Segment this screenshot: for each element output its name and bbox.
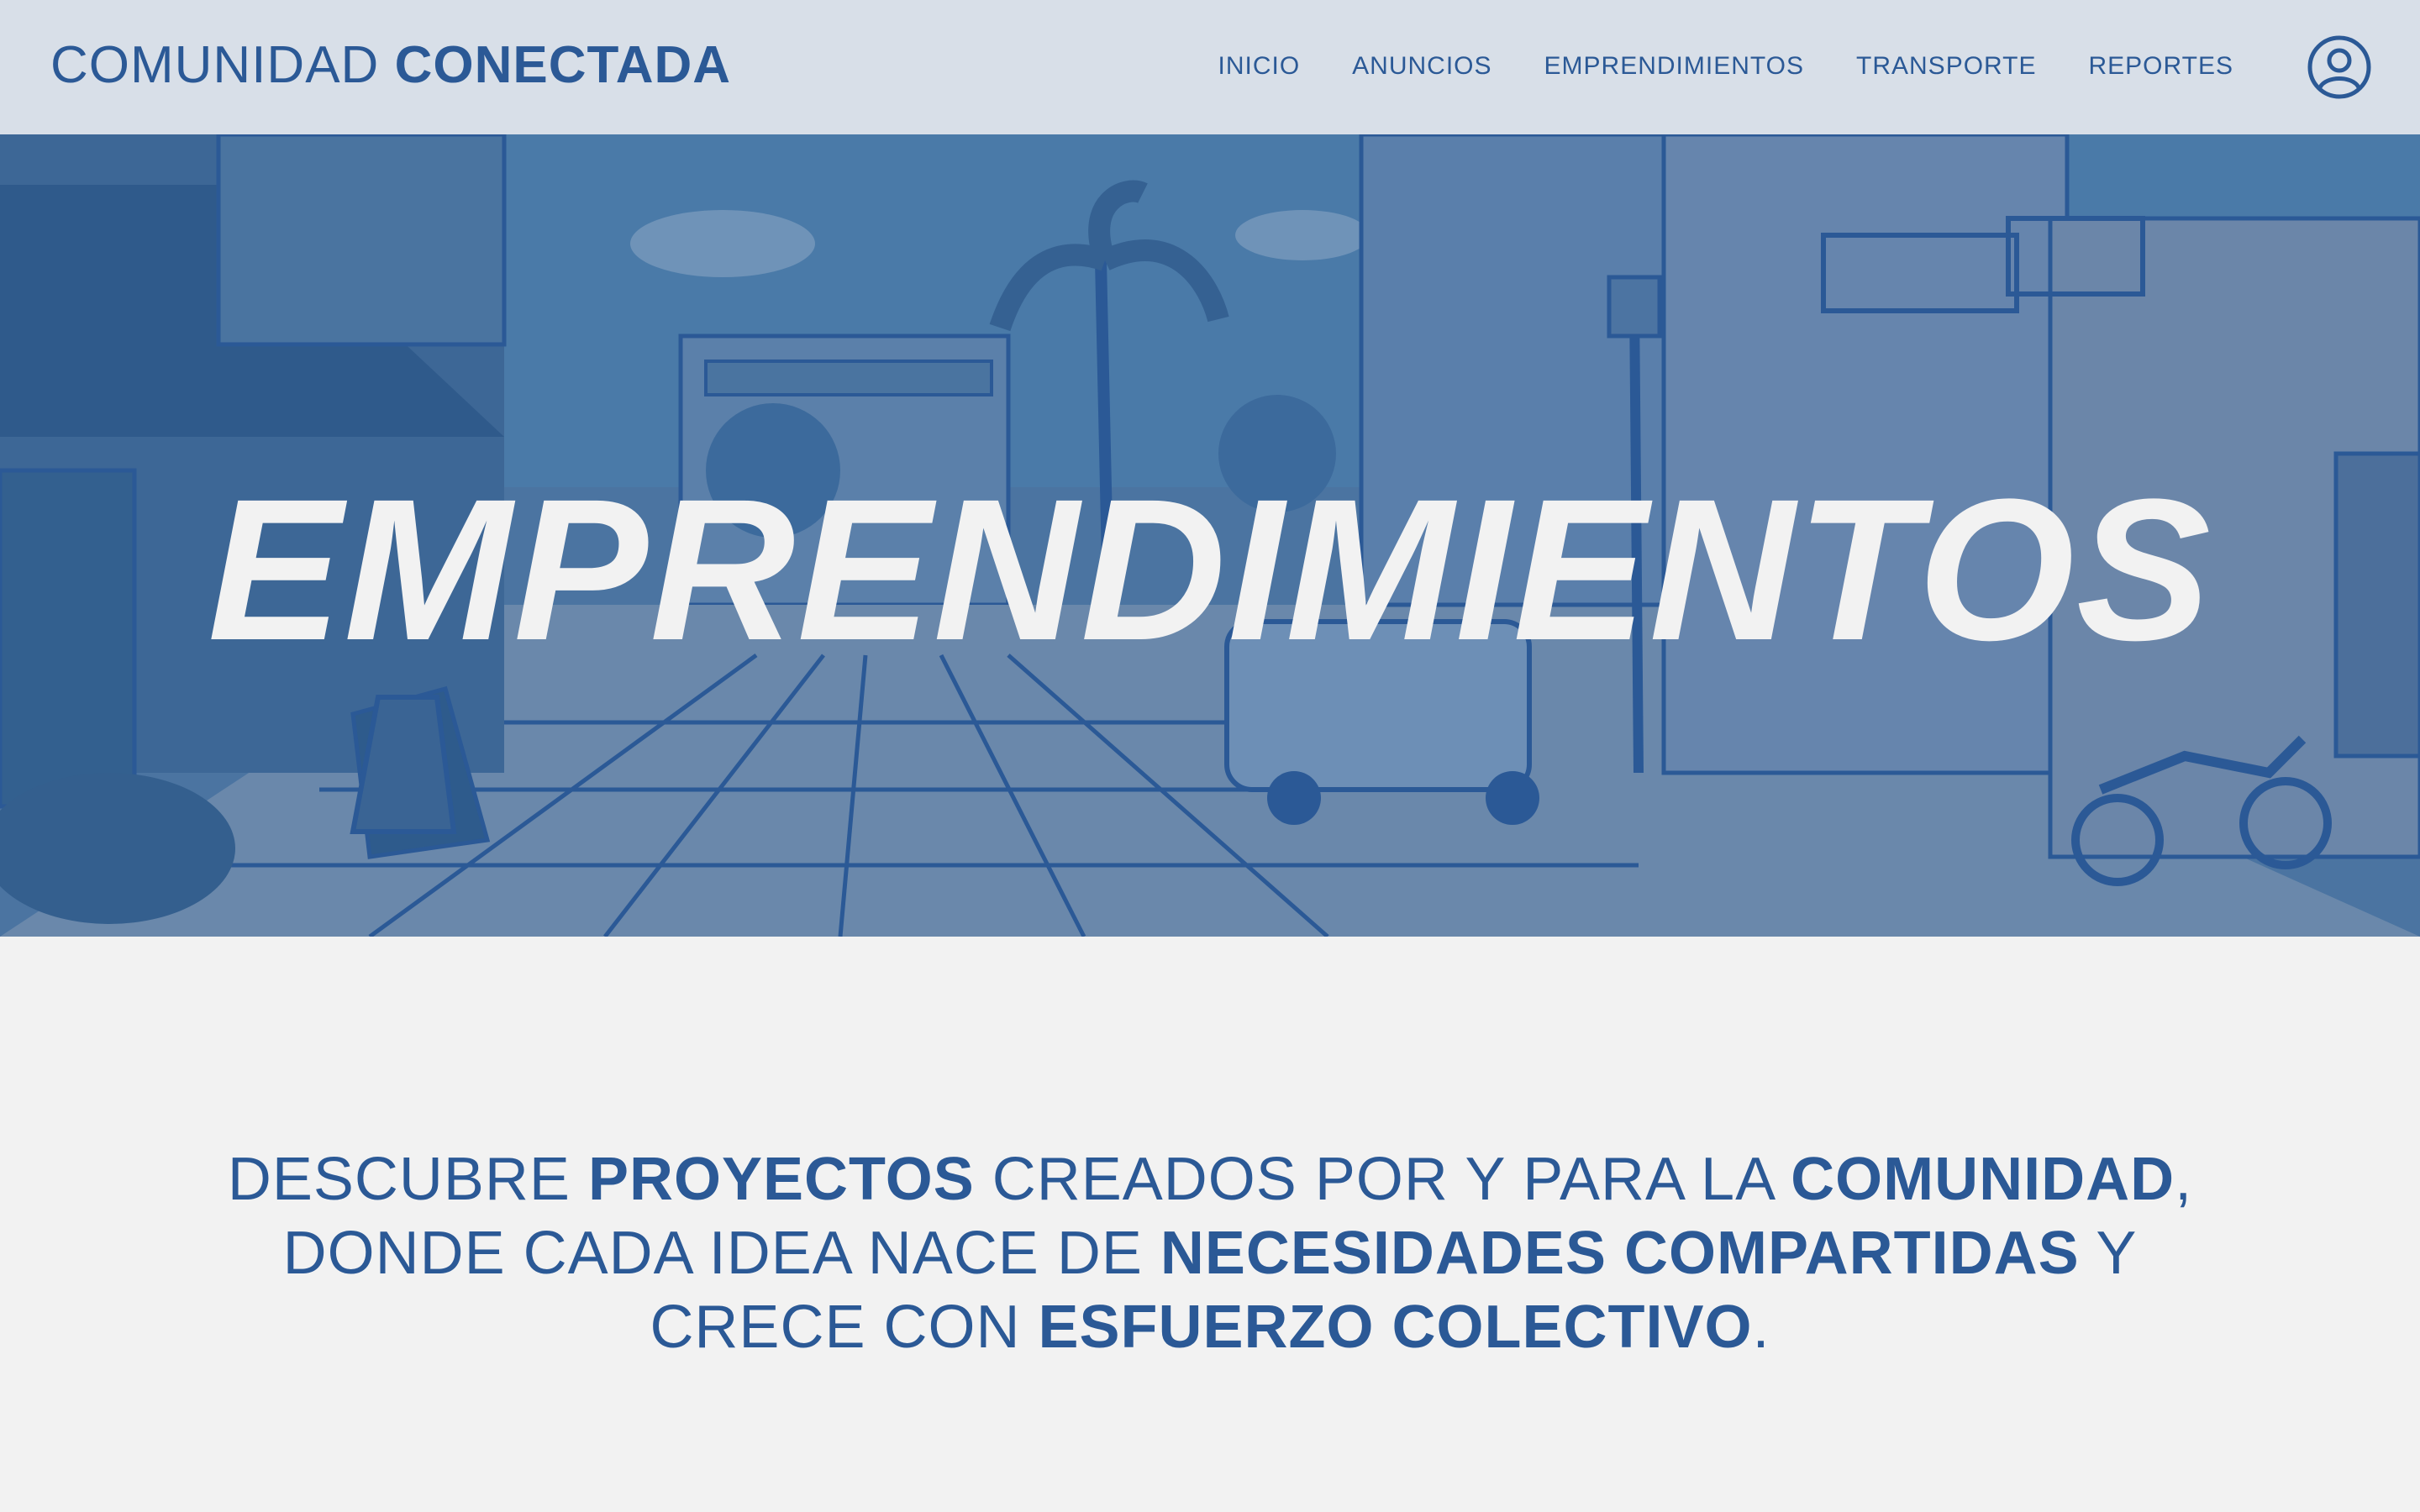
nav-reportes[interactable]: REPORTES bbox=[2089, 52, 2234, 81]
intro-bold-2: COMUNIDAD bbox=[1791, 1146, 2175, 1213]
site-logo[interactable]: COMUNIDAD CONECTADA bbox=[50, 35, 731, 95]
nav-inicio[interactable]: INICIO bbox=[1218, 52, 1301, 81]
intro-bold-1: PROYECTOS bbox=[587, 1146, 975, 1213]
hero-banner: EMPRENDIMIENTOS bbox=[0, 134, 2420, 937]
brand-light-text: COMUNIDAD bbox=[50, 36, 395, 94]
nav-emprendimientos[interactable]: EMPRENDIMIENTOS bbox=[1544, 52, 1804, 81]
top-navbar: COMUNIDAD CONECTADA INICIO ANUNCIOS EMPR… bbox=[0, 0, 2420, 134]
intro-bold-4: ESFUERZO COLECTIVO bbox=[1038, 1294, 1753, 1361]
main-nav: INICIO ANUNCIOS EMPRENDIMIENTOS TRANSPOR… bbox=[1166, 52, 2234, 81]
intro-text-5: . bbox=[1752, 1294, 1770, 1361]
intro-bold-3: NECESIDADES COMPARTIDAS bbox=[1160, 1220, 2080, 1287]
intro-text-1: DESCUBRE bbox=[227, 1146, 588, 1213]
nav-anuncios[interactable]: ANUNCIOS bbox=[1352, 52, 1491, 81]
intro-paragraph: DESCUBRE PROYECTOS CREADOS POR Y PARA LA… bbox=[168, 1142, 2252, 1364]
hero-title: EMPRENDIMIENTOS bbox=[208, 457, 2212, 682]
brand-bold-text: CONECTADA bbox=[394, 36, 732, 94]
nav-transporte[interactable]: TRANSPORTE bbox=[1856, 52, 2036, 81]
user-circle-icon[interactable] bbox=[2306, 34, 2373, 101]
intro-text-2: CREADOS POR Y PARA LA bbox=[974, 1146, 1791, 1213]
